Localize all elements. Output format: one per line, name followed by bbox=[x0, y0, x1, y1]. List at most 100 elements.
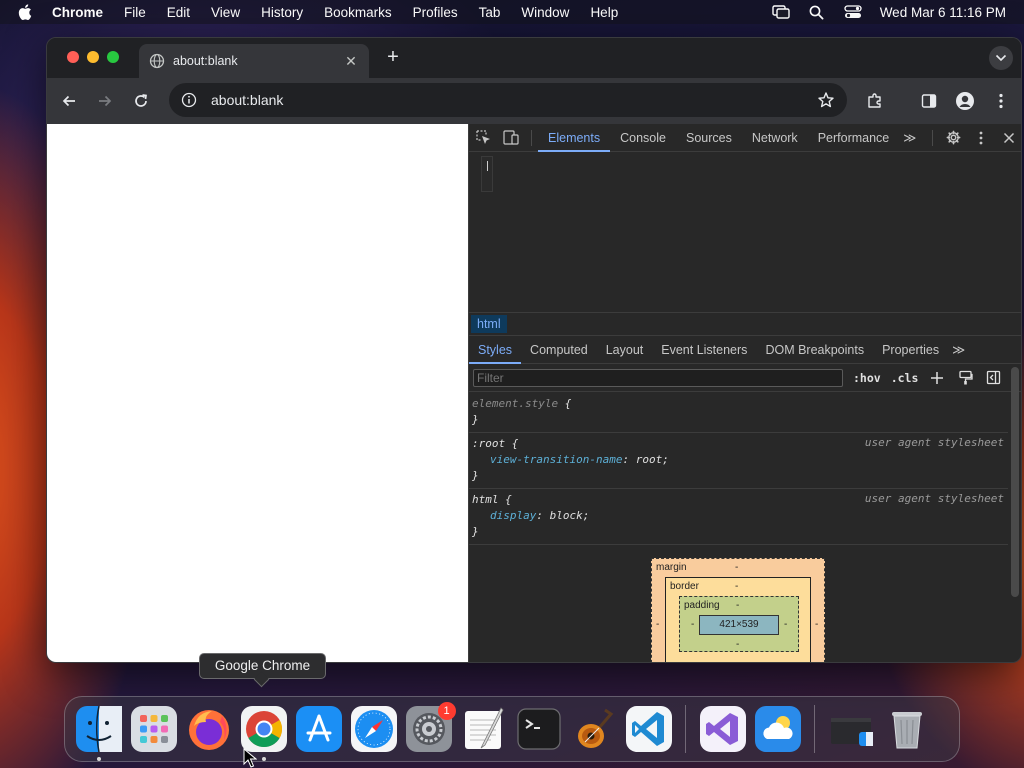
window-close-button[interactable] bbox=[67, 51, 79, 63]
screen-mirroring-icon[interactable] bbox=[771, 4, 790, 20]
menu-tab[interactable]: Tab bbox=[479, 5, 501, 20]
tab-styles[interactable]: Styles bbox=[469, 336, 522, 364]
css-property-value[interactable]: root; bbox=[636, 453, 669, 466]
box-model-margin[interactable]: margin - - - border - padding - - - - 42… bbox=[651, 558, 825, 662]
firefox-icon bbox=[188, 710, 229, 750]
style-rule-html[interactable]: user agent stylesheet html { display: bl… bbox=[468, 489, 1008, 545]
dock-visual-studio[interactable] bbox=[699, 706, 746, 752]
box-model-content-size[interactable]: 421×539 bbox=[699, 615, 779, 635]
menu-bookmarks[interactable]: Bookmarks bbox=[324, 5, 392, 20]
tab-elements[interactable]: Elements bbox=[538, 124, 611, 152]
forward-button[interactable] bbox=[91, 87, 119, 115]
hov-toggle-button[interactable]: :hov bbox=[853, 371, 881, 385]
style-rule-root[interactable]: user agent stylesheet :root { view-trans… bbox=[468, 433, 1008, 489]
box-model-border[interactable]: border - padding - - - - 421×539 bbox=[665, 577, 811, 662]
tab-layout[interactable]: Layout bbox=[597, 336, 653, 364]
dock-textedit[interactable] bbox=[461, 706, 507, 752]
menu-profiles[interactable]: Profiles bbox=[413, 5, 458, 20]
dock-weather[interactable] bbox=[754, 706, 801, 752]
menu-edit[interactable]: Edit bbox=[167, 5, 190, 20]
dock-downloads-stack[interactable] bbox=[829, 706, 875, 752]
styles-filter-input[interactable] bbox=[473, 368, 843, 387]
dock-safari[interactable] bbox=[350, 706, 397, 752]
launchpad-icon bbox=[130, 706, 177, 752]
devtools-settings-icon[interactable] bbox=[939, 124, 967, 152]
border-top-value[interactable]: - bbox=[735, 581, 738, 592]
menu-file[interactable]: File bbox=[124, 5, 146, 20]
tab-title: about:blank bbox=[173, 54, 238, 68]
menu-history[interactable]: History bbox=[261, 5, 303, 20]
tab-dom-breakpoints[interactable]: DOM Breakpoints bbox=[756, 336, 873, 364]
browser-tab[interactable]: about:blank ✕ bbox=[139, 44, 369, 78]
tab-console[interactable]: Console bbox=[610, 124, 676, 152]
margin-right-value[interactable]: - bbox=[815, 619, 818, 630]
reload-button[interactable] bbox=[127, 87, 155, 115]
extensions-button[interactable] bbox=[861, 87, 889, 115]
address-bar[interactable]: about:blank bbox=[169, 83, 847, 117]
menu-view[interactable]: View bbox=[211, 5, 240, 20]
web-page-viewport[interactable] bbox=[47, 124, 468, 662]
breadcrumb-html[interactable]: html bbox=[471, 315, 507, 333]
more-sidebar-tabs-button[interactable]: ≫ bbox=[948, 336, 969, 364]
dock-visual-studio-code[interactable] bbox=[625, 706, 672, 752]
bookmark-star-icon[interactable] bbox=[817, 91, 835, 109]
box-model-padding[interactable]: padding - - - - 421×539 bbox=[679, 596, 799, 652]
margin-left-value[interactable]: - bbox=[656, 619, 659, 630]
window-controls bbox=[67, 51, 127, 63]
new-tab-button[interactable]: + bbox=[383, 47, 403, 67]
control-center-icon[interactable] bbox=[844, 4, 862, 20]
menu-help[interactable]: Help bbox=[590, 5, 618, 20]
css-property-value[interactable]: block; bbox=[550, 509, 590, 522]
dom-tree[interactable] bbox=[469, 152, 1021, 312]
margin-top-value[interactable]: - bbox=[735, 562, 738, 573]
menu-app-name[interactable]: Chrome bbox=[52, 5, 103, 20]
dock-system-settings[interactable]: 1 bbox=[405, 702, 456, 752]
menu-window[interactable]: Window bbox=[521, 5, 569, 20]
profile-button[interactable] bbox=[951, 87, 979, 115]
side-panel-button[interactable] bbox=[915, 87, 943, 115]
side-panel-icon bbox=[921, 94, 937, 108]
css-property-name[interactable]: display bbox=[490, 509, 536, 522]
styles-scrollbar[interactable] bbox=[1011, 367, 1019, 597]
devtools-menu-icon[interactable] bbox=[967, 124, 995, 152]
tab-network[interactable]: Network bbox=[742, 124, 808, 152]
inspect-element-icon[interactable] bbox=[469, 124, 497, 152]
dock-google-chrome[interactable] bbox=[240, 706, 287, 761]
apple-icon[interactable] bbox=[18, 4, 34, 20]
tab-properties[interactable]: Properties bbox=[873, 336, 948, 364]
tab-search-button[interactable] bbox=[989, 46, 1013, 70]
more-tabs-button[interactable]: ≫ bbox=[899, 124, 920, 152]
dock-garageband[interactable] bbox=[571, 706, 617, 752]
dock-launchpad[interactable] bbox=[130, 706, 177, 752]
dock-terminal[interactable] bbox=[516, 706, 562, 752]
back-button[interactable] bbox=[55, 87, 83, 115]
tab-sources[interactable]: Sources bbox=[676, 124, 742, 152]
padding-top-value[interactable]: - bbox=[736, 600, 739, 611]
add-style-rule-icon[interactable] bbox=[928, 369, 946, 387]
tab-performance[interactable]: Performance bbox=[808, 124, 900, 152]
dock-app-store[interactable] bbox=[295, 706, 342, 752]
toggle-computed-sidebar-icon[interactable] bbox=[984, 369, 1002, 387]
devtools-close-icon[interactable] bbox=[995, 124, 1021, 152]
spotlight-search-icon[interactable] bbox=[808, 4, 826, 20]
tab-event-listeners[interactable]: Event Listeners bbox=[652, 336, 756, 364]
padding-bottom-value[interactable]: - bbox=[736, 639, 739, 650]
padding-left-value[interactable]: - bbox=[691, 619, 694, 630]
padding-right-value[interactable]: - bbox=[784, 619, 787, 630]
window-minimize-button[interactable] bbox=[87, 51, 99, 63]
rendering-emulation-icon[interactable] bbox=[956, 369, 974, 387]
url-text[interactable]: about:blank bbox=[211, 92, 817, 108]
tab-close-icon[interactable]: ✕ bbox=[343, 53, 359, 70]
device-toolbar-icon[interactable] bbox=[497, 124, 525, 152]
tab-computed[interactable]: Computed bbox=[521, 336, 597, 364]
menubar-clock[interactable]: Wed Mar 6 11:16 PM bbox=[880, 5, 1006, 20]
style-rule-element-style[interactable]: element.style { } bbox=[468, 393, 1008, 433]
dock-finder[interactable] bbox=[75, 706, 122, 761]
chrome-menu-button[interactable] bbox=[987, 87, 1015, 115]
cls-toggle-button[interactable]: .cls bbox=[891, 371, 919, 385]
site-info-icon[interactable] bbox=[181, 92, 197, 108]
dock-trash[interactable] bbox=[884, 706, 930, 752]
css-property-name[interactable]: view-transition-name bbox=[490, 453, 622, 466]
dock-firefox[interactable] bbox=[186, 706, 232, 752]
window-zoom-button[interactable] bbox=[107, 51, 119, 63]
